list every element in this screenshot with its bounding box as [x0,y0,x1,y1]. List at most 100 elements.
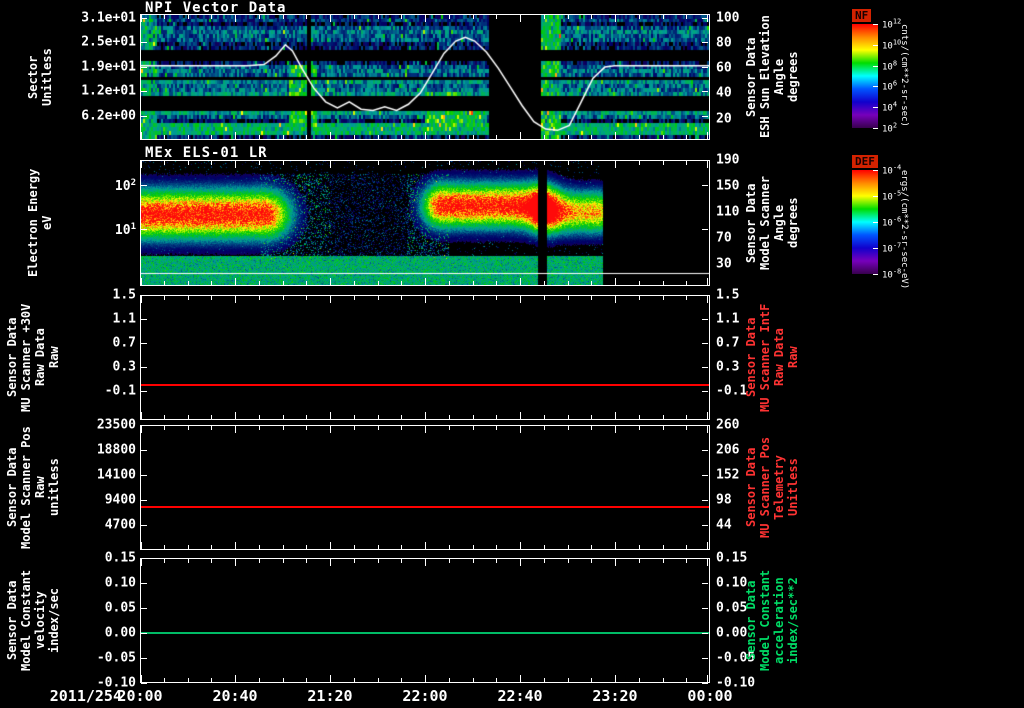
x-tick-mark [235,542,237,549]
x-minor-tick-mark [567,15,569,19]
x-minor-tick-mark [543,296,545,300]
x-tick-mark [141,15,142,22]
x-minor-tick-mark [567,296,569,300]
x-minor-tick-mark [163,296,165,300]
y-axis-tick-label: 1.9e+01 [81,59,136,75]
x-tick-mark [520,15,522,22]
x-tick-mark [329,296,331,303]
x-minor-tick-mark [353,281,355,285]
x-minor-tick-mark [543,161,545,165]
x-minor-tick-mark [401,415,403,419]
x-tick-mark [707,15,708,22]
npi-spectrogram-canvas[interactable] [141,15,709,139]
x-minor-tick-mark [543,426,545,430]
x-minor-tick-mark [377,281,379,285]
x-minor-tick-mark [543,135,545,139]
els-spectrogram-canvas[interactable] [141,161,709,285]
y-axis-title: Sector Unitless [26,48,54,106]
x-axis-tick-label: 00:00 [687,687,733,705]
x-tick-mark [614,559,616,566]
x-minor-tick-mark [401,678,403,682]
npi-plot-area[interactable] [140,14,710,140]
x-minor-tick-mark [638,415,640,419]
x-minor-tick-mark [163,545,165,549]
x-tick-mark [614,161,616,168]
x-minor-tick-mark [187,545,189,549]
mu-scanner-30v-plot-area[interactable] [140,295,710,420]
x-tick-mark [235,278,237,285]
x-tick-mark [707,296,708,303]
y-axis-tick-label: 1.5 [112,287,136,303]
y-tick-mark [141,42,147,43]
x-minor-tick-mark [377,15,379,19]
x-minor-tick-mark [211,161,213,165]
x-tick-mark [141,426,142,433]
x-tick-mark [425,132,426,139]
x-minor-tick-mark [258,415,260,419]
y-axis-tick-label: -0.05 [96,650,136,666]
els-plot-area[interactable] [140,160,710,286]
x-minor-tick-mark [211,281,213,285]
x-minor-tick-mark [448,161,450,165]
y-tick-mark [141,391,147,392]
y-tick-mark [702,525,708,526]
x-tick-mark [329,675,331,682]
x-minor-tick-mark [686,426,688,430]
y-tick-mark [702,450,708,451]
x-minor-tick-mark [543,415,545,419]
x-tick-mark [520,412,522,419]
colorbar-unit-label: cnts/(cm**2-sr-sec) [899,24,909,127]
x-minor-tick-mark [567,415,569,419]
x-tick-mark [425,675,426,682]
colorbar-name: NF [852,9,872,22]
x-minor-tick-mark [567,426,569,430]
x-tick-mark [141,161,142,168]
y-tick-mark [702,319,708,320]
x-axis-tick-label: 22:00 [402,687,448,705]
colorbar-tick-mark [873,196,878,197]
x-tick-mark [520,278,522,285]
y-axis-tick-label: 1.1 [112,311,136,327]
y-tick-mark [702,367,708,368]
model-scanner-pos-plot-area[interactable] [140,425,710,550]
x-tick-mark [614,412,616,419]
x-minor-tick-mark [187,559,189,563]
y-tick-mark [702,608,708,609]
x-minor-tick-mark [567,678,569,682]
x-tick-mark [329,559,331,566]
mu-scanner-30v-data-line [141,384,709,386]
x-minor-tick-mark [496,545,498,549]
x-minor-tick-mark [258,559,260,563]
x-tick-mark [329,132,331,139]
x-minor-tick-mark [353,161,355,165]
x-minor-tick-mark [591,559,593,563]
x-minor-tick-mark [591,135,593,139]
model-constant-plot-area[interactable] [140,558,710,683]
colorbar-tick-label: 102 [882,121,898,135]
x-tick-mark [235,296,237,303]
x-tick-mark [707,278,708,285]
x-minor-tick-mark [638,426,640,430]
x-minor-tick-mark [567,545,569,549]
y-tick-mark [141,116,147,117]
x-minor-tick-mark [662,296,664,300]
x-tick-mark [329,426,331,433]
x-minor-tick-mark [686,161,688,165]
x-minor-tick-mark [638,296,640,300]
x-minor-tick-mark [591,281,593,285]
y-tick-mark [141,633,147,634]
x-minor-tick-mark [496,281,498,285]
x-tick-mark [707,559,708,566]
y-axis-tick-label: 0.7 [112,335,136,351]
x-tick-mark [141,296,142,303]
x-minor-tick-mark [591,296,593,300]
colorbar-tick-label: 108 [882,59,898,73]
y-axis-tick-label: 0.10 [104,575,136,591]
x-minor-tick-mark [662,135,664,139]
x-minor-tick-mark [377,426,379,430]
x-tick-mark [614,675,616,682]
y-axis-title: Sensor Data MU Scanner +30V Raw Data Raw [5,303,61,412]
x-minor-tick-mark [282,296,284,300]
x-minor-tick-mark [401,161,403,165]
y-tick-mark [702,229,708,230]
